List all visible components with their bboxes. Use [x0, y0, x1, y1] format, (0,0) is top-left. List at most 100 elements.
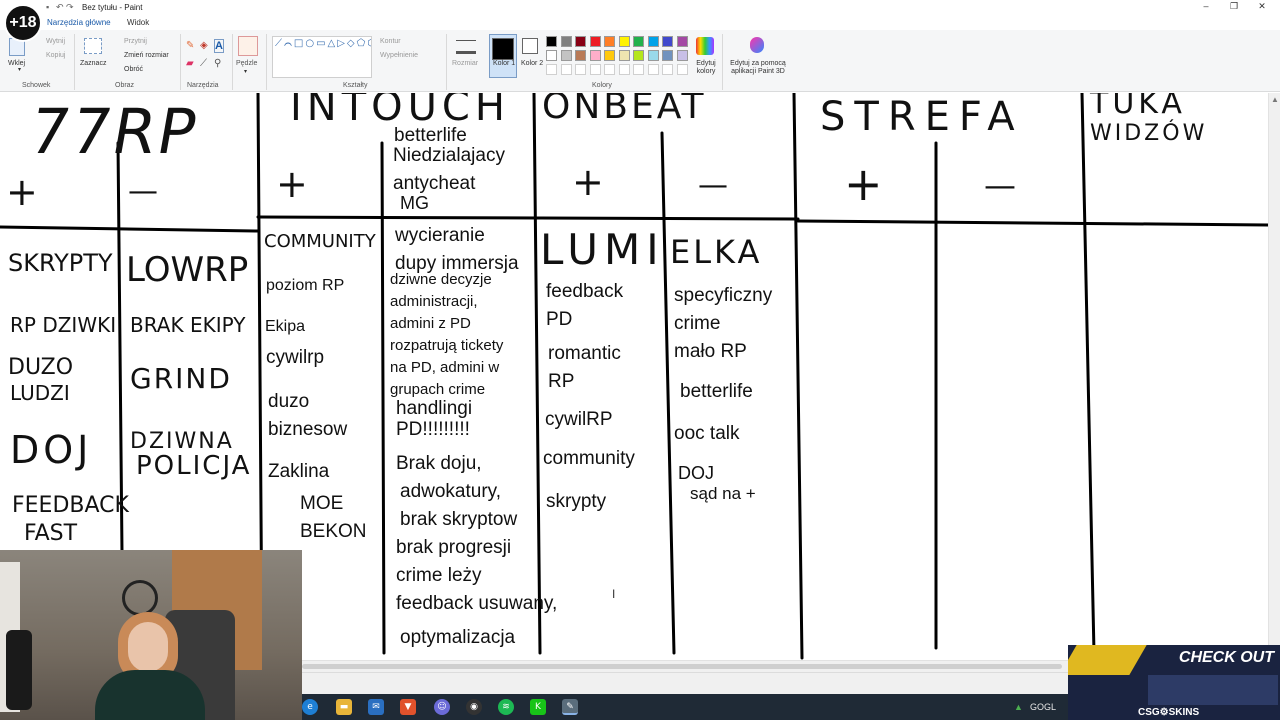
scroll-thumb[interactable] [302, 664, 1062, 669]
palette-swatch[interactable] [647, 50, 659, 61]
palette-swatch-empty[interactable] [560, 64, 572, 75]
palette-swatch-empty[interactable] [618, 64, 630, 75]
palette-swatch[interactable] [560, 50, 572, 61]
palette-swatch[interactable] [546, 50, 557, 61]
image-group-label: Obraz [115, 82, 135, 89]
paste-chevron-icon[interactable]: ▾ [18, 66, 21, 73]
palette-swatch-empty[interactable] [589, 64, 601, 75]
brushes-button[interactable]: Pędzle [236, 60, 257, 67]
ad-banner[interactable]: CHECK OUT CSG⚙SKINS [1068, 645, 1280, 720]
intouch-minus-item: feedback usuwany, [396, 593, 558, 614]
text-tool-icon[interactable]: A [214, 39, 224, 53]
shapes-gallery[interactable]: ⟋⌒□○▭△▷◇⬠⬡→←↑↓✦☆✩◯▢ [272, 36, 372, 78]
palette-swatch-empty[interactable] [647, 64, 659, 75]
scroll-up-icon[interactable]: ▲ [1271, 95, 1279, 104]
file-explorer-icon[interactable]: ▬ [336, 699, 352, 715]
palette-swatch-empty[interactable] [546, 64, 557, 75]
colors-group-label: Kolory [592, 82, 612, 89]
divider [722, 34, 723, 90]
redo-icon[interactable]: ↷ [66, 2, 74, 13]
edit-colors-icon[interactable] [696, 37, 714, 55]
cut-button[interactable]: Wytnij [46, 38, 65, 45]
palette-swatch-empty[interactable] [676, 64, 688, 75]
paste-button[interactable]: Wklej [8, 60, 25, 67]
edit-colors-button[interactable]: Edytuj kolory [692, 60, 720, 76]
discord-icon[interactable]: ☺ [434, 699, 450, 715]
palette-swatch[interactable] [575, 36, 586, 47]
select-icon[interactable] [84, 38, 102, 54]
palette-swatch[interactable] [618, 50, 630, 61]
rotate-button[interactable]: Obróć [124, 66, 143, 73]
brushes-chevron-icon[interactable]: ▾ [244, 68, 247, 75]
palette-swatch-empty[interactable] [604, 64, 615, 75]
intouch-plus-item: cywilrp [266, 347, 325, 368]
onbeat-plus-item: romantic [548, 343, 621, 364]
kick-icon[interactable]: K [530, 699, 546, 715]
brave-icon[interactable]: ▼ [400, 699, 416, 715]
mail-icon[interactable]: ✉ [368, 699, 384, 715]
palette-swatch-empty[interactable] [575, 64, 586, 75]
paint3d-button[interactable]: Edytuj za pomocą aplikacji Paint 3D [726, 60, 790, 76]
palette-swatch[interactable] [662, 36, 673, 47]
crop-button[interactable]: Przytnij [124, 38, 147, 45]
onbeat-minus-item: DOJ [678, 463, 714, 483]
spotify-icon[interactable]: ≋ [498, 699, 514, 715]
divider-line [0, 225, 260, 233]
brush-icon[interactable] [238, 36, 258, 56]
tab-view[interactable]: Widok [122, 17, 154, 28]
clipboard-group-label: Schowek [22, 82, 51, 89]
color1-swatch[interactable] [492, 38, 514, 60]
palette-swatch[interactable] [589, 50, 601, 61]
resize-button[interactable]: Zmień rozmiar [124, 52, 169, 59]
color2-label: Kolor 2 [521, 60, 544, 67]
obs-icon[interactable]: ◉ [466, 699, 482, 715]
copy-button[interactable]: Kopiuj [46, 52, 65, 59]
palette-swatch-empty[interactable] [662, 64, 673, 75]
palette-swatch[interactable] [662, 50, 673, 61]
onbeat-plus-item: skrypty [546, 491, 607, 512]
maximize-button[interactable]: ❐ [1224, 1, 1244, 14]
rp77-plus-item: RP DZIWKI [10, 313, 117, 337]
palette-swatch[interactable] [647, 36, 659, 47]
palette-swatch[interactable] [676, 50, 688, 61]
undo-icon[interactable]: ↶ [56, 2, 64, 13]
intouch-minus-detail: na PD, admini w [390, 359, 500, 376]
close-button[interactable]: ✕ [1252, 1, 1272, 14]
vertical-scrollbar[interactable]: ▲ [1268, 93, 1280, 660]
onbeat-plus-item: RP [548, 371, 575, 392]
palette-swatch[interactable] [589, 36, 601, 47]
fill-icon[interactable]: ◈ [200, 40, 208, 51]
plus-sign: + [844, 157, 883, 211]
palette-swatch[interactable] [560, 36, 572, 47]
palette-swatch[interactable] [546, 36, 557, 47]
minimize-button[interactable]: – [1196, 1, 1216, 14]
paint3d-icon[interactable] [750, 37, 764, 53]
outline-button[interactable]: Kontur [380, 38, 401, 45]
pencil-icon[interactable]: ✎ [186, 40, 194, 51]
size-button[interactable]: Rozmiar [452, 60, 478, 67]
stock-ticker[interactable]: GOGL [1030, 702, 1056, 712]
color2-swatch[interactable] [522, 38, 538, 54]
eraser-icon[interactable]: ▰ [186, 58, 194, 69]
palette-swatch-empty[interactable] [633, 64, 644, 75]
palette-swatch[interactable] [618, 36, 630, 47]
rp77-plus-item: SKRYPTY [8, 249, 113, 277]
header-strefa: STREFA [820, 94, 1024, 140]
intouch-plus-item: Ekipa [265, 318, 306, 335]
edge-icon[interactable]: e [302, 699, 318, 715]
tab-home[interactable]: Narzędzia główne [42, 17, 116, 28]
palette-swatch[interactable] [633, 36, 644, 47]
color-picker-icon[interactable]: ⟋ [200, 58, 207, 69]
palette-swatch[interactable] [676, 36, 688, 47]
paint-taskbar-icon[interactable]: ✎ [562, 699, 578, 715]
select-button[interactable]: Zaznacz [80, 60, 106, 67]
size-icon[interactable] [456, 40, 476, 54]
magnifier-icon[interactable]: ⚲ [214, 58, 221, 69]
palette-swatch[interactable] [604, 36, 615, 47]
save-icon[interactable]: ▪ [46, 2, 49, 12]
palette-swatch[interactable] [604, 50, 615, 61]
palette-swatch[interactable] [633, 50, 644, 61]
palette-swatch[interactable] [575, 50, 586, 61]
fill-button[interactable]: Wypełnienie [380, 52, 418, 59]
ad-headline: CHECK OUT [1178, 649, 1274, 666]
